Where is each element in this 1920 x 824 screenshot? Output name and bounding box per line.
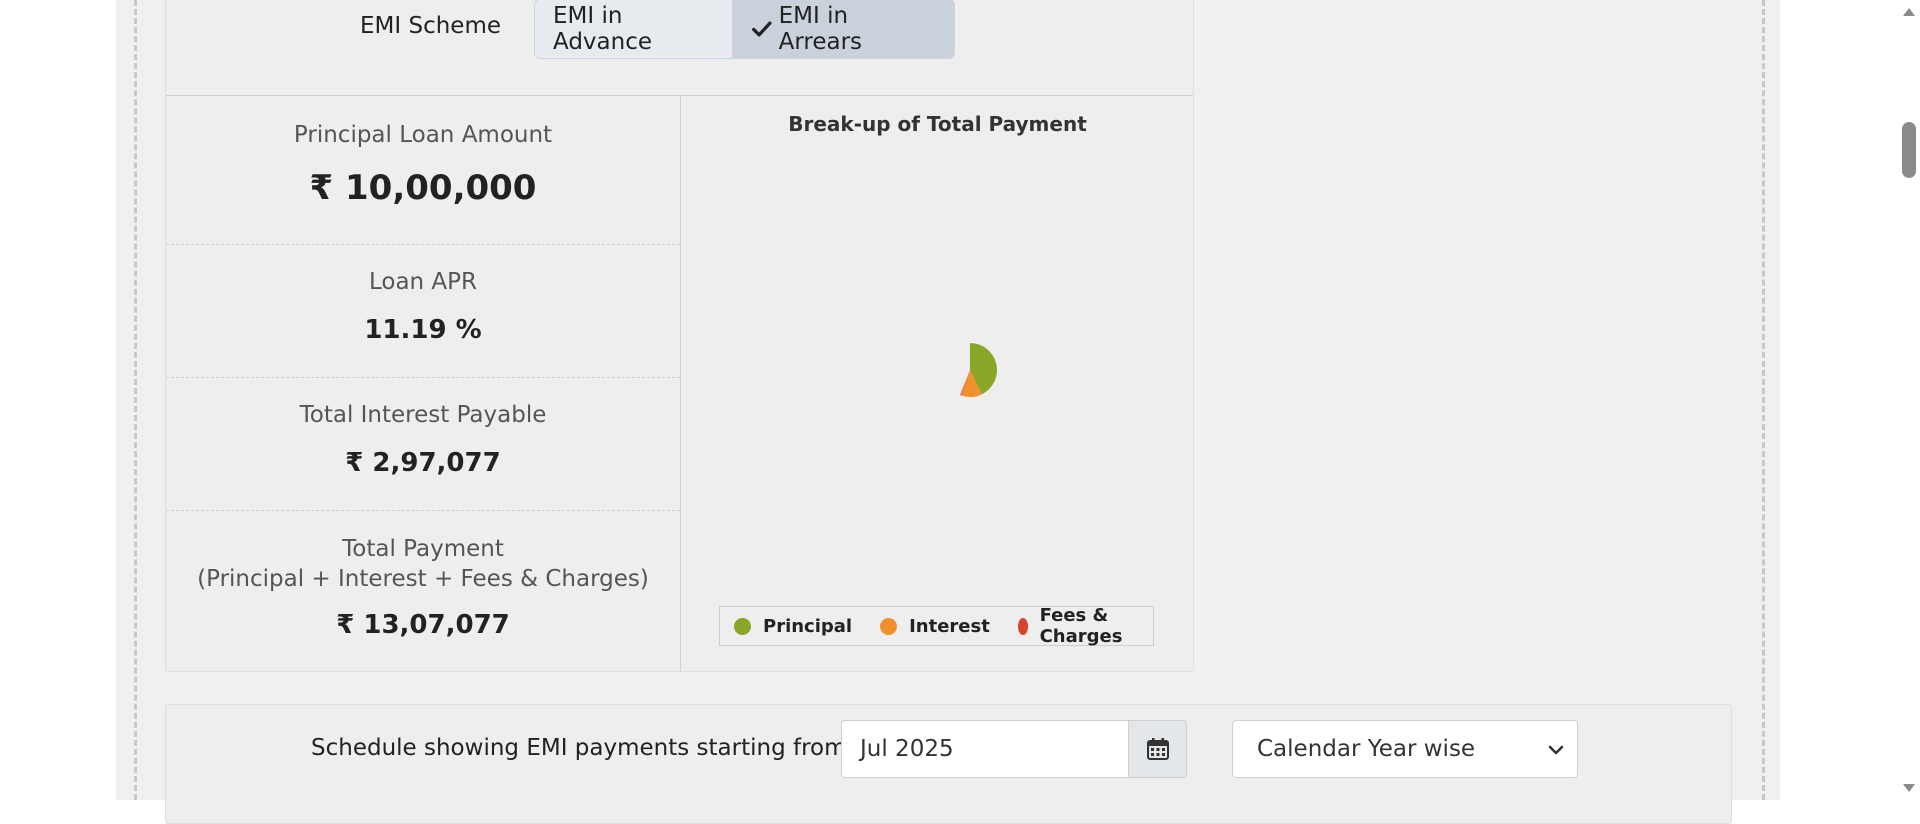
- schedule-label: Schedule showing EMI payments starting f…: [311, 735, 847, 761]
- interest-label: Total Interest Payable: [299, 402, 547, 428]
- start-date-input[interactable]: Jul 2025: [841, 720, 1129, 778]
- principal-value: ₹ 10,00,000: [309, 168, 537, 208]
- right-dashed-border: [1762, 0, 1765, 800]
- emi-in-arrears-label: EMI in Arrears: [778, 3, 863, 55]
- start-date-value: Jul 2025: [860, 736, 954, 762]
- left-dashed-border: [134, 0, 137, 800]
- pie-chart: [960, 343, 997, 397]
- interest-dot: [880, 617, 898, 635]
- scroll-thumb[interactable]: [1902, 122, 1916, 178]
- emi-scheme-label: EMI Scheme: [360, 13, 501, 39]
- divider: [166, 510, 680, 511]
- emi-in-advance-label: EMI in Advance: [553, 3, 653, 55]
- schedule-view-select[interactable]: Calendar Year wise: [1232, 720, 1578, 778]
- total-payment-stat: Total Payment (Principal + Interest + Fe…: [166, 534, 680, 640]
- interest-value: ₹ 2,97,077: [345, 448, 501, 478]
- principal-dot: [734, 617, 751, 635]
- legend-fees-label: Fees & Charges: [1039, 605, 1123, 647]
- divider: [166, 244, 680, 245]
- scroll-down-arrow[interactable]: [1903, 784, 1915, 792]
- page-scrollbar[interactable]: [1898, 0, 1920, 800]
- column-divider: [680, 95, 681, 671]
- schedule-view-value: Calendar Year wise: [1257, 736, 1476, 762]
- legend-principal-label: Principal: [763, 615, 853, 637]
- apr-value: 11.19 %: [364, 315, 482, 345]
- interest-stat: Total Interest Payable ₹ 2,97,077: [166, 400, 680, 478]
- chart-legend: Principal Interest Fees & Charges: [719, 605, 1154, 647]
- legend-item-fees[interactable]: Fees & Charges: [1017, 605, 1130, 647]
- principal-label: Principal Loan Amount: [293, 122, 553, 148]
- fees-dot: [1017, 617, 1028, 635]
- check-icon: [752, 21, 772, 37]
- total-payment-value: ₹ 13,07,077: [336, 610, 510, 640]
- chart-title: Break-up of Total Payment: [788, 112, 1087, 136]
- calendar-button[interactable]: [1128, 720, 1187, 778]
- principal-stat: Principal Loan Amount ₹ 10,00,000: [166, 120, 680, 208]
- legend-item-principal[interactable]: Principal: [734, 616, 852, 637]
- emi-scheme-toggle: EMI in Advance EMI in Arrears: [534, 0, 955, 59]
- legend-interest-label: Interest: [909, 615, 990, 637]
- emi-in-arrears-button[interactable]: EMI in Arrears: [733, 0, 954, 58]
- scroll-up-arrow[interactable]: [1903, 8, 1915, 16]
- total-payment-sublabel: (Principal + Interest + Fees & Charges): [197, 566, 649, 592]
- emi-result-panel: EMI Scheme EMI in Advance EMI in Arrears…: [165, 0, 1194, 672]
- calendar-icon: [1146, 738, 1169, 760]
- legend-item-interest[interactable]: Interest: [880, 616, 990, 637]
- total-payment-label: Total Payment: [342, 536, 504, 562]
- apr-stat: Loan APR 11.19 %: [166, 267, 680, 345]
- divider: [166, 377, 680, 378]
- chevron-down-icon: [1548, 745, 1564, 755]
- apr-label: Loan APR: [368, 269, 478, 295]
- emi-in-advance-button[interactable]: EMI in Advance: [535, 0, 733, 58]
